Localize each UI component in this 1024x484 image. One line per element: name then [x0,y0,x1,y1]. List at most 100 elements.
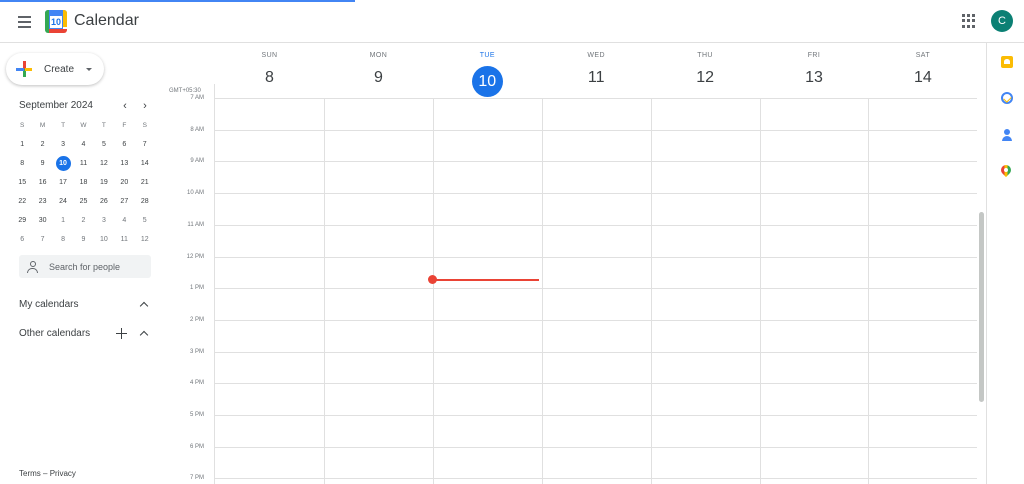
my-calendars-header[interactable]: My calendars [19,299,78,310]
day-header-tue[interactable]: TUE 10 [433,52,542,97]
mini-calendar-day[interactable]: 6 [12,230,32,249]
chevron-up-icon[interactable] [139,329,149,339]
mini-calendar-today: 10 [55,156,71,171]
mini-calendar-day[interactable]: 25 [73,192,93,211]
add-calendar-plus-icon[interactable] [116,328,127,339]
mini-weekday-label: S [20,122,25,129]
mini-calendar-day[interactable]: 21 [135,173,155,192]
mini-calendar-day[interactable]: 13 [114,154,134,173]
menu-icon-line [17,26,31,28]
hour-gridline [215,161,977,163]
mini-calendar-day[interactable]: 9 [73,230,93,249]
plus-color-icon [16,61,32,77]
mini-calendar-day[interactable]: 10 [94,230,114,249]
current-time-line [432,279,539,281]
day-header-thu[interactable]: THU 12 [651,52,760,88]
hour-gridline [215,319,977,321]
day-header-fri[interactable]: FRI 13 [760,52,869,88]
day-of-week-label: TUE [479,52,495,59]
account-avatar[interactable]: C [991,10,1013,32]
chevron-right-icon[interactable]: › [138,99,152,113]
grid-scrollbar[interactable] [979,212,984,402]
footer-separator: – [43,469,48,478]
maps-icon[interactable] [1001,165,1011,178]
mini-calendar-day[interactable]: 12 [94,154,114,173]
tasks-icon[interactable] [1001,92,1013,104]
mini-calendar-day[interactable]: 3 [94,211,114,230]
mini-calendar-day[interactable]: 2 [73,211,93,230]
mini-calendar-day[interactable]: 26 [94,192,114,211]
terms-link[interactable]: Terms [19,469,41,478]
hour-label: 12 PM [186,253,204,260]
mini-calendar-day[interactable]: 10 [53,154,73,173]
side-panel [986,43,1024,484]
mini-calendar-day[interactable]: 4 [73,135,93,154]
hour-gridline [215,224,977,226]
chevron-left-icon[interactable]: ‹ [118,99,132,113]
mini-calendar-day[interactable]: 16 [32,173,52,192]
mini-calendar-month-title[interactable]: September 2024 [19,100,93,111]
day-number[interactable]: 8 [215,68,324,88]
mini-calendar-day[interactable]: 12 [135,230,155,249]
mini-calendar-day[interactable]: 11 [114,230,134,249]
search-people-input[interactable] [49,261,149,272]
hour-label: 7 AM [190,95,204,101]
day-number[interactable]: 11 [542,68,651,88]
mini-calendar-day[interactable]: 9 [32,154,52,173]
mini-calendar-day[interactable]: 15 [12,173,32,192]
mini-weekday-label: T [101,122,106,129]
week-time-grid[interactable] [215,98,977,484]
mini-calendar-day[interactable]: 3 [53,135,73,154]
hour-gridline [215,288,977,290]
calendar-logo-icon[interactable]: 10 [45,10,67,33]
privacy-link[interactable]: Privacy [50,469,76,478]
mini-calendar-day[interactable]: 1 [12,135,32,154]
day-header-sun[interactable]: SUN 8 [215,52,324,88]
app-title[interactable]: Calendar [74,12,139,30]
main-menu-button[interactable] [12,10,36,34]
mini-calendar-day[interactable]: 17 [53,173,73,192]
mini-calendar-day[interactable]: 7 [32,230,52,249]
mini-calendar-day[interactable]: 7 [135,135,155,154]
mini-calendar-day[interactable]: 1 [53,211,73,230]
mini-calendar-day[interactable]: 27 [114,192,134,211]
day-header-sat[interactable]: SAT 14 [868,52,977,88]
mini-calendar-day[interactable]: 5 [94,135,114,154]
create-button[interactable]: Create [6,53,104,85]
chevron-up-icon[interactable] [139,300,149,310]
search-people-box[interactable] [19,255,151,278]
keep-icon[interactable] [1001,56,1013,68]
other-calendars-header[interactable]: Other calendars [19,328,90,339]
mini-calendar-day[interactable]: 20 [114,173,134,192]
day-number[interactable]: 14 [868,68,977,88]
mini-calendar-day[interactable]: 30 [32,211,52,230]
mini-calendar-day[interactable]: 14 [135,154,155,173]
day-number[interactable]: 9 [324,68,433,88]
mini-calendar-day[interactable]: 6 [114,135,134,154]
mini-calendar-day[interactable]: 24 [53,192,73,211]
footer-links: Terms – Privacy [19,469,76,478]
day-header-wed[interactable]: WED 11 [542,52,651,88]
hour-label: 6 PM [189,443,204,450]
mini-calendar-day[interactable]: 22 [12,192,32,211]
mini-calendar-day[interactable]: 2 [32,135,52,154]
contacts-icon[interactable] [1001,129,1013,141]
day-number[interactable]: 12 [651,68,760,88]
mini-calendar-day[interactable]: 28 [135,192,155,211]
day-number[interactable]: 10 [471,66,503,97]
hour-label: 1 PM [189,285,204,292]
mini-calendar-day[interactable]: 8 [53,230,73,249]
mini-calendar-day[interactable]: 23 [32,192,52,211]
google-apps-icon[interactable] [962,14,976,28]
day-header-mon[interactable]: MON 9 [324,52,433,88]
mini-calendar-day[interactable]: 18 [73,173,93,192]
day-column-divider [432,98,434,484]
mini-calendar-day[interactable]: 29 [12,211,32,230]
mini-calendar-day[interactable]: 8 [12,154,32,173]
mini-calendar-day[interactable]: 4 [114,211,134,230]
mini-calendar-day[interactable]: 11 [73,154,93,173]
mini-calendar-day[interactable]: 19 [94,173,114,192]
day-number[interactable]: 13 [760,68,869,88]
menu-icon-line [17,21,31,23]
mini-calendar-day[interactable]: 5 [135,211,155,230]
